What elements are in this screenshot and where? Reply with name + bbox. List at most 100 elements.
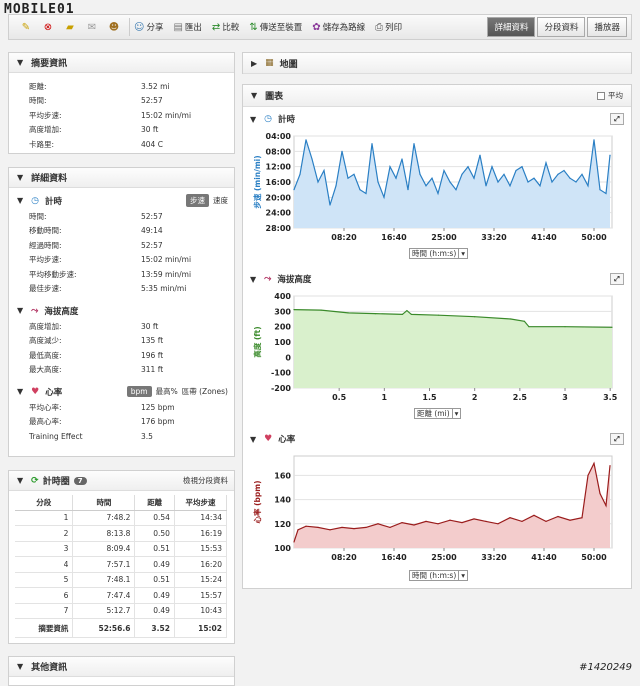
data-point <box>329 204 331 206</box>
pace-chart-header[interactable]: ▼ ◷ 計時 ⤢ <box>242 110 632 128</box>
heart-chart-section: ▼ ♥ 心率 ⤢ 160 140 120 100 08:20 16:40 25:00 33:2… <box>242 430 632 585</box>
y-tick-label: 0 <box>285 353 291 362</box>
table-row[interactable]: 4 7:57.1 0.49 16:20 <box>15 556 228 573</box>
send-to-device-button[interactable]: ⇅ 傳送至裝置 <box>249 21 302 34</box>
data-point <box>497 523 499 525</box>
stat-label: 平均心率: <box>29 402 62 412</box>
stat-row: 平均心率: 125 bpm <box>9 400 234 415</box>
print-icon: ⎙ <box>375 21 384 33</box>
stat-label: 平均移動步速: <box>29 269 77 279</box>
collapse-triangle-icon: ▼ <box>17 196 24 205</box>
table-row[interactable]: 5 7:48.1 0.51 15:24 <box>15 572 228 588</box>
laps-column-header[interactable]: 距離 <box>134 495 175 511</box>
table-row[interactable]: 6 7:47.4 0.49 15:57 <box>15 587 228 604</box>
table-cell: 7:48.1 <box>72 572 136 588</box>
table-cell: 0.54 <box>134 510 175 526</box>
map-icon: ▦ <box>265 58 274 68</box>
data-point <box>297 529 299 531</box>
data-point <box>359 189 361 191</box>
y-tick-label: 100 <box>274 338 291 347</box>
tab-splits[interactable]: 分段資料 <box>537 17 586 37</box>
table-row[interactable]: 3 8:09.4 0.51 15:53 <box>15 541 228 557</box>
data-point <box>406 309 408 312</box>
stat-value: 52:57 <box>141 211 163 221</box>
elevation-subheader[interactable]: ▼ ⤳ 海拔高度 <box>9 302 234 319</box>
data-point <box>479 154 481 156</box>
zones-toggle[interactable]: 區帶 (Zones) <box>182 386 228 397</box>
toolbar: ✎ ⊗ ▰ ✉ ☻ ☺ 分享 ▤ 匯出 ⇄ 比較 ⇅ 傳送至裝置 ✿ 儲存為路線 ⎙ 列印 … <box>8 14 632 40</box>
stat-label: 距離: <box>29 81 47 91</box>
save-course-button[interactable]: ✿ 儲存為路線 <box>312 21 365 34</box>
details-header[interactable]: ▼ 詳細資料 <box>9 168 234 188</box>
data-point <box>353 528 355 530</box>
laps-header[interactable]: ▼ ⟳ 計時圈 7 檢視分段資料 <box>9 471 234 491</box>
laps-column-header[interactable]: 分段 <box>15 495 74 511</box>
data-point <box>611 326 613 328</box>
table-cell: 4 <box>15 556 74 573</box>
data-point <box>545 520 547 522</box>
data-point <box>437 314 440 316</box>
table-cell: 摘要資訊 <box>15 618 74 638</box>
laps-column-header[interactable]: 平均步速 <box>174 495 228 511</box>
mail-icon[interactable]: ✉ <box>81 18 103 36</box>
y-tick-label: -200 <box>271 384 291 393</box>
table-row[interactable]: 7 5:12.7 0.49 10:43 <box>15 603 228 619</box>
x-axis-selector[interactable]: 時間 (h:m:s) ▾ <box>409 570 469 581</box>
table-cell: 10:43 <box>174 603 228 619</box>
tab-player[interactable]: 播放器 <box>587 17 627 37</box>
data-point <box>353 173 355 175</box>
view-splits-link[interactable]: 檢視分段資料 <box>183 475 228 486</box>
elevation-rows: 高度增加: 30 ft 高度減少: 135 ft 最低高度: 196 ft 最大高度: 311… <box>9 319 234 377</box>
pace-toggle[interactable]: 步速 <box>186 194 209 207</box>
data-point <box>510 318 512 320</box>
table-row[interactable]: 2 8:13.8 0.50 16:19 <box>15 525 228 542</box>
expand-chart-icon[interactable]: ⤢ <box>610 433 624 445</box>
data-point <box>575 181 577 183</box>
tab-details[interactable]: 詳細資料 <box>487 17 536 37</box>
speed-toggle[interactable]: 速度 <box>213 195 228 206</box>
folder-icon[interactable]: ▰ <box>59 18 81 36</box>
edit-icon[interactable]: ✎ <box>15 18 37 36</box>
y-axis-label: 心率 (bpm) <box>252 480 262 523</box>
people-icon[interactable]: ☻ <box>103 18 125 36</box>
stat-value: 404 C <box>141 139 163 149</box>
max-percent-toggle[interactable]: 最高% <box>156 386 178 397</box>
data-point <box>491 166 493 168</box>
bpm-toggle[interactable]: bpm <box>126 386 152 397</box>
data-point <box>449 181 451 183</box>
heart-chart-header[interactable]: ▼ ♥ 心率 ⤢ <box>242 430 632 448</box>
table-cell: 0.50 <box>134 525 175 542</box>
share-button[interactable]: ☺ 分享 <box>134 21 163 34</box>
collapse-triangle-icon: ▼ <box>17 662 24 671</box>
compare-button[interactable]: ⇄ 比較 <box>212 21 239 34</box>
print-button[interactable]: ⎙ 列印 <box>375 21 402 34</box>
map-header[interactable]: ▶ ▦ 地圖 <box>243 53 631 74</box>
data-point <box>443 169 445 172</box>
expand-chart-icon[interactable]: ⤢ <box>610 113 624 125</box>
elevation-chart-header[interactable]: ▼ ⤳ 海拔高度 ⤢ <box>242 270 632 288</box>
x-tick-label: 08:20 <box>331 553 357 562</box>
x-axis-selector[interactable]: 時間 (h:m:s) ▾ <box>409 248 469 259</box>
x-axis-selector[interactable]: 距離 (mi) ▾ <box>414 408 462 419</box>
watermark: #1420249 <box>579 662 632 673</box>
other-info-header[interactable]: ▼ 其他資訊 <box>9 657 234 677</box>
export-button[interactable]: ▤ 匯出 <box>173 21 201 34</box>
data-point <box>497 181 499 183</box>
data-point <box>305 139 307 141</box>
expand-chart-icon[interactable]: ⤢ <box>610 273 624 285</box>
data-point <box>593 462 595 464</box>
chevron-down-icon: ▾ <box>451 409 458 419</box>
charts-header[interactable]: ▼ 圖表 平均 <box>243 85 631 107</box>
heart-chart-title: 心率 <box>278 435 296 445</box>
average-checkbox[interactable]: 平均 <box>597 90 623 101</box>
table-row[interactable]: 1 7:48.2 0.54 14:34 <box>15 510 228 526</box>
delete-icon[interactable]: ⊗ <box>37 18 59 36</box>
summary-header[interactable]: ▼ 摘要資訊 <box>9 53 234 73</box>
data-point <box>539 185 541 187</box>
heart-subheader[interactable]: ▼ ♥ 心率 bpm 最高% 區帶 (Zones) <box>9 383 234 400</box>
laps-column-header[interactable]: 時間 <box>72 495 136 511</box>
checkbox-icon <box>597 91 605 100</box>
data-point <box>587 474 589 476</box>
timing-subheader[interactable]: ▼ ◷ 計時 步速 速度 <box>9 192 234 209</box>
data-point <box>401 158 403 160</box>
